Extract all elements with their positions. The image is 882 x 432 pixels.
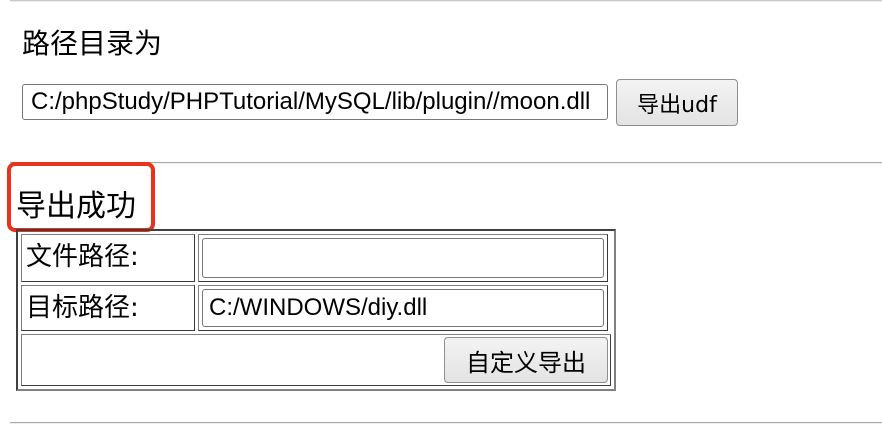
file-path-cell <box>198 234 608 282</box>
custom-export-table: 文件路径: 目标路径: 自定义导出 <box>16 229 616 391</box>
target-path-input[interactable] <box>202 289 604 327</box>
file-path-label: 文件路径: <box>21 234 195 282</box>
file-path-input[interactable] <box>202 238 604 278</box>
submit-row-cell: 自定义导出 <box>21 334 611 386</box>
top-divider <box>10 0 882 2</box>
export-success-message: 导出成功 <box>16 189 136 224</box>
target-path-cell <box>198 285 608 331</box>
custom-export-button[interactable]: 自定义导出 <box>444 337 608 383</box>
export-udf-button[interactable]: 导出udf <box>616 79 738 126</box>
path-directory-label: 路径目录为 <box>22 27 163 60</box>
bottom-divider <box>10 422 882 424</box>
udf-path-input[interactable] <box>22 84 608 120</box>
target-path-label: 目标路径: <box>21 285 195 331</box>
